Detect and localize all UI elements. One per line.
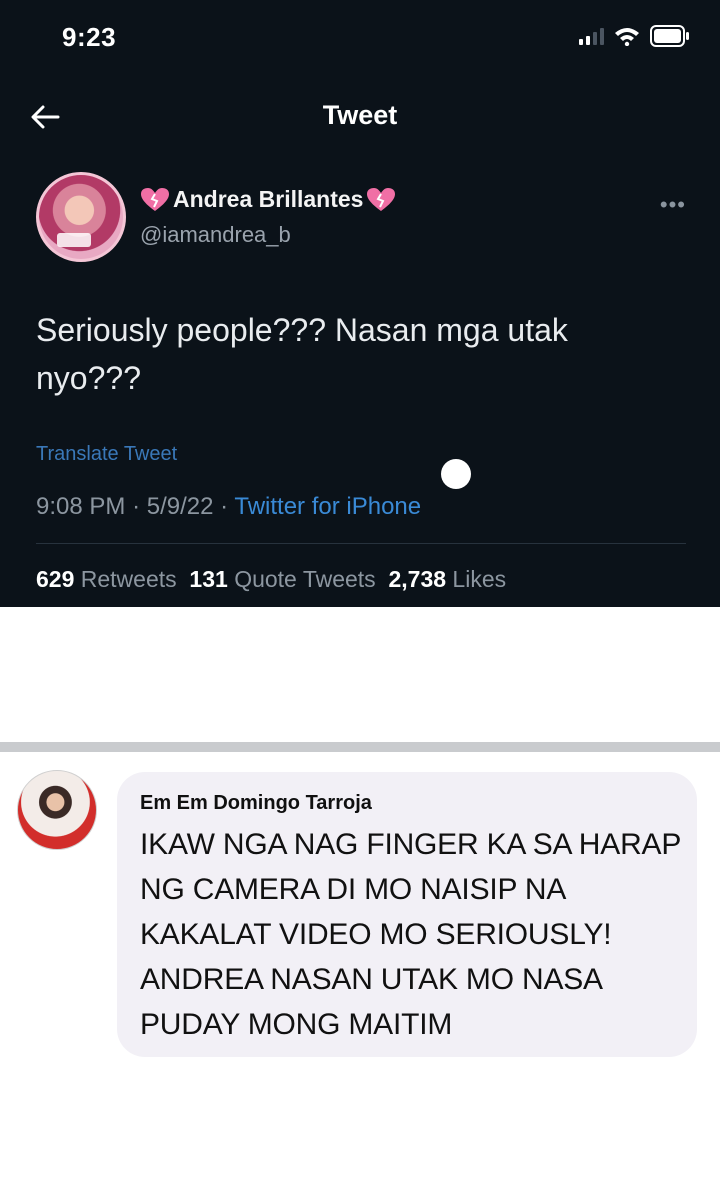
meta-separator: ·	[132, 493, 141, 520]
heart-icon	[141, 187, 169, 211]
retweets-label: Retweets	[80, 566, 177, 592]
meta-separator: ·	[220, 493, 229, 520]
quotes-count: 131	[189, 566, 228, 592]
commenter-name[interactable]: Em Em Domingo Tarroja	[140, 792, 372, 815]
comment-text: IKAW NGA NAG FINGER KA SA HARAP NG CAMER…	[140, 828, 681, 1041]
tweet-date: 5/9/22	[146, 493, 214, 520]
avatar[interactable]	[36, 172, 126, 262]
quotes-label: Quote Tweets	[234, 566, 376, 592]
touch-indicator-dot	[441, 459, 471, 489]
section-divider	[0, 742, 720, 752]
translate-tweet-link[interactable]: Translate Tweet	[36, 443, 177, 466]
status-bar: 9:23	[0, 0, 720, 70]
signal-icon	[579, 27, 604, 45]
avatar-badge	[57, 233, 91, 247]
likes-count: 2,738	[388, 566, 447, 592]
battery-icon	[650, 25, 690, 47]
tweet-stats: 629 Retweets 131 Quote Tweets 2,738 Like…	[36, 566, 506, 593]
divider	[36, 543, 686, 544]
tweet-meta: 9:08 PM · 5/9/22 · Twitter for iPhone	[36, 493, 421, 521]
heart-icon	[367, 187, 396, 211]
likes-stat[interactable]: 2,738 Likes	[388, 566, 506, 592]
comment-bubble: Em Em Domingo Tarroja IKAW NGA NAG FINGE…	[117, 772, 697, 1057]
tweet-source-link[interactable]: Twitter for iPhone	[234, 493, 421, 520]
tweet-screenshot: 9:23 Tweet Andrea Brillantes @iamandrea_…	[0, 0, 720, 607]
display-name[interactable]: Andrea Brillantes	[173, 186, 363, 213]
retweets-stat[interactable]: 629 Retweets	[36, 566, 177, 592]
more-horizontal-icon[interactable]: •••	[660, 192, 686, 218]
status-icons	[579, 24, 690, 48]
tweet-nav-bar: Tweet	[0, 80, 720, 150]
retweets-count: 629	[36, 566, 75, 592]
page-title: Tweet	[322, 100, 398, 130]
user-handle[interactable]: @iamandrea_b	[140, 222, 291, 248]
wifi-icon	[614, 26, 640, 46]
tweet-time: 9:08 PM	[36, 493, 126, 520]
tweet-author: Andrea Brillantes @iamandrea_b •••	[36, 172, 686, 268]
tweet-text: Seriously people??? Nasan mga utak nyo??…	[36, 312, 568, 396]
quotes-stat[interactable]: 131 Quote Tweets	[189, 566, 375, 592]
status-time: 9:23	[62, 22, 117, 52]
likes-label: Likes	[452, 566, 507, 592]
commenter-avatar[interactable]	[17, 770, 97, 850]
display-name-line: Andrea Brillantes	[140, 186, 396, 213]
